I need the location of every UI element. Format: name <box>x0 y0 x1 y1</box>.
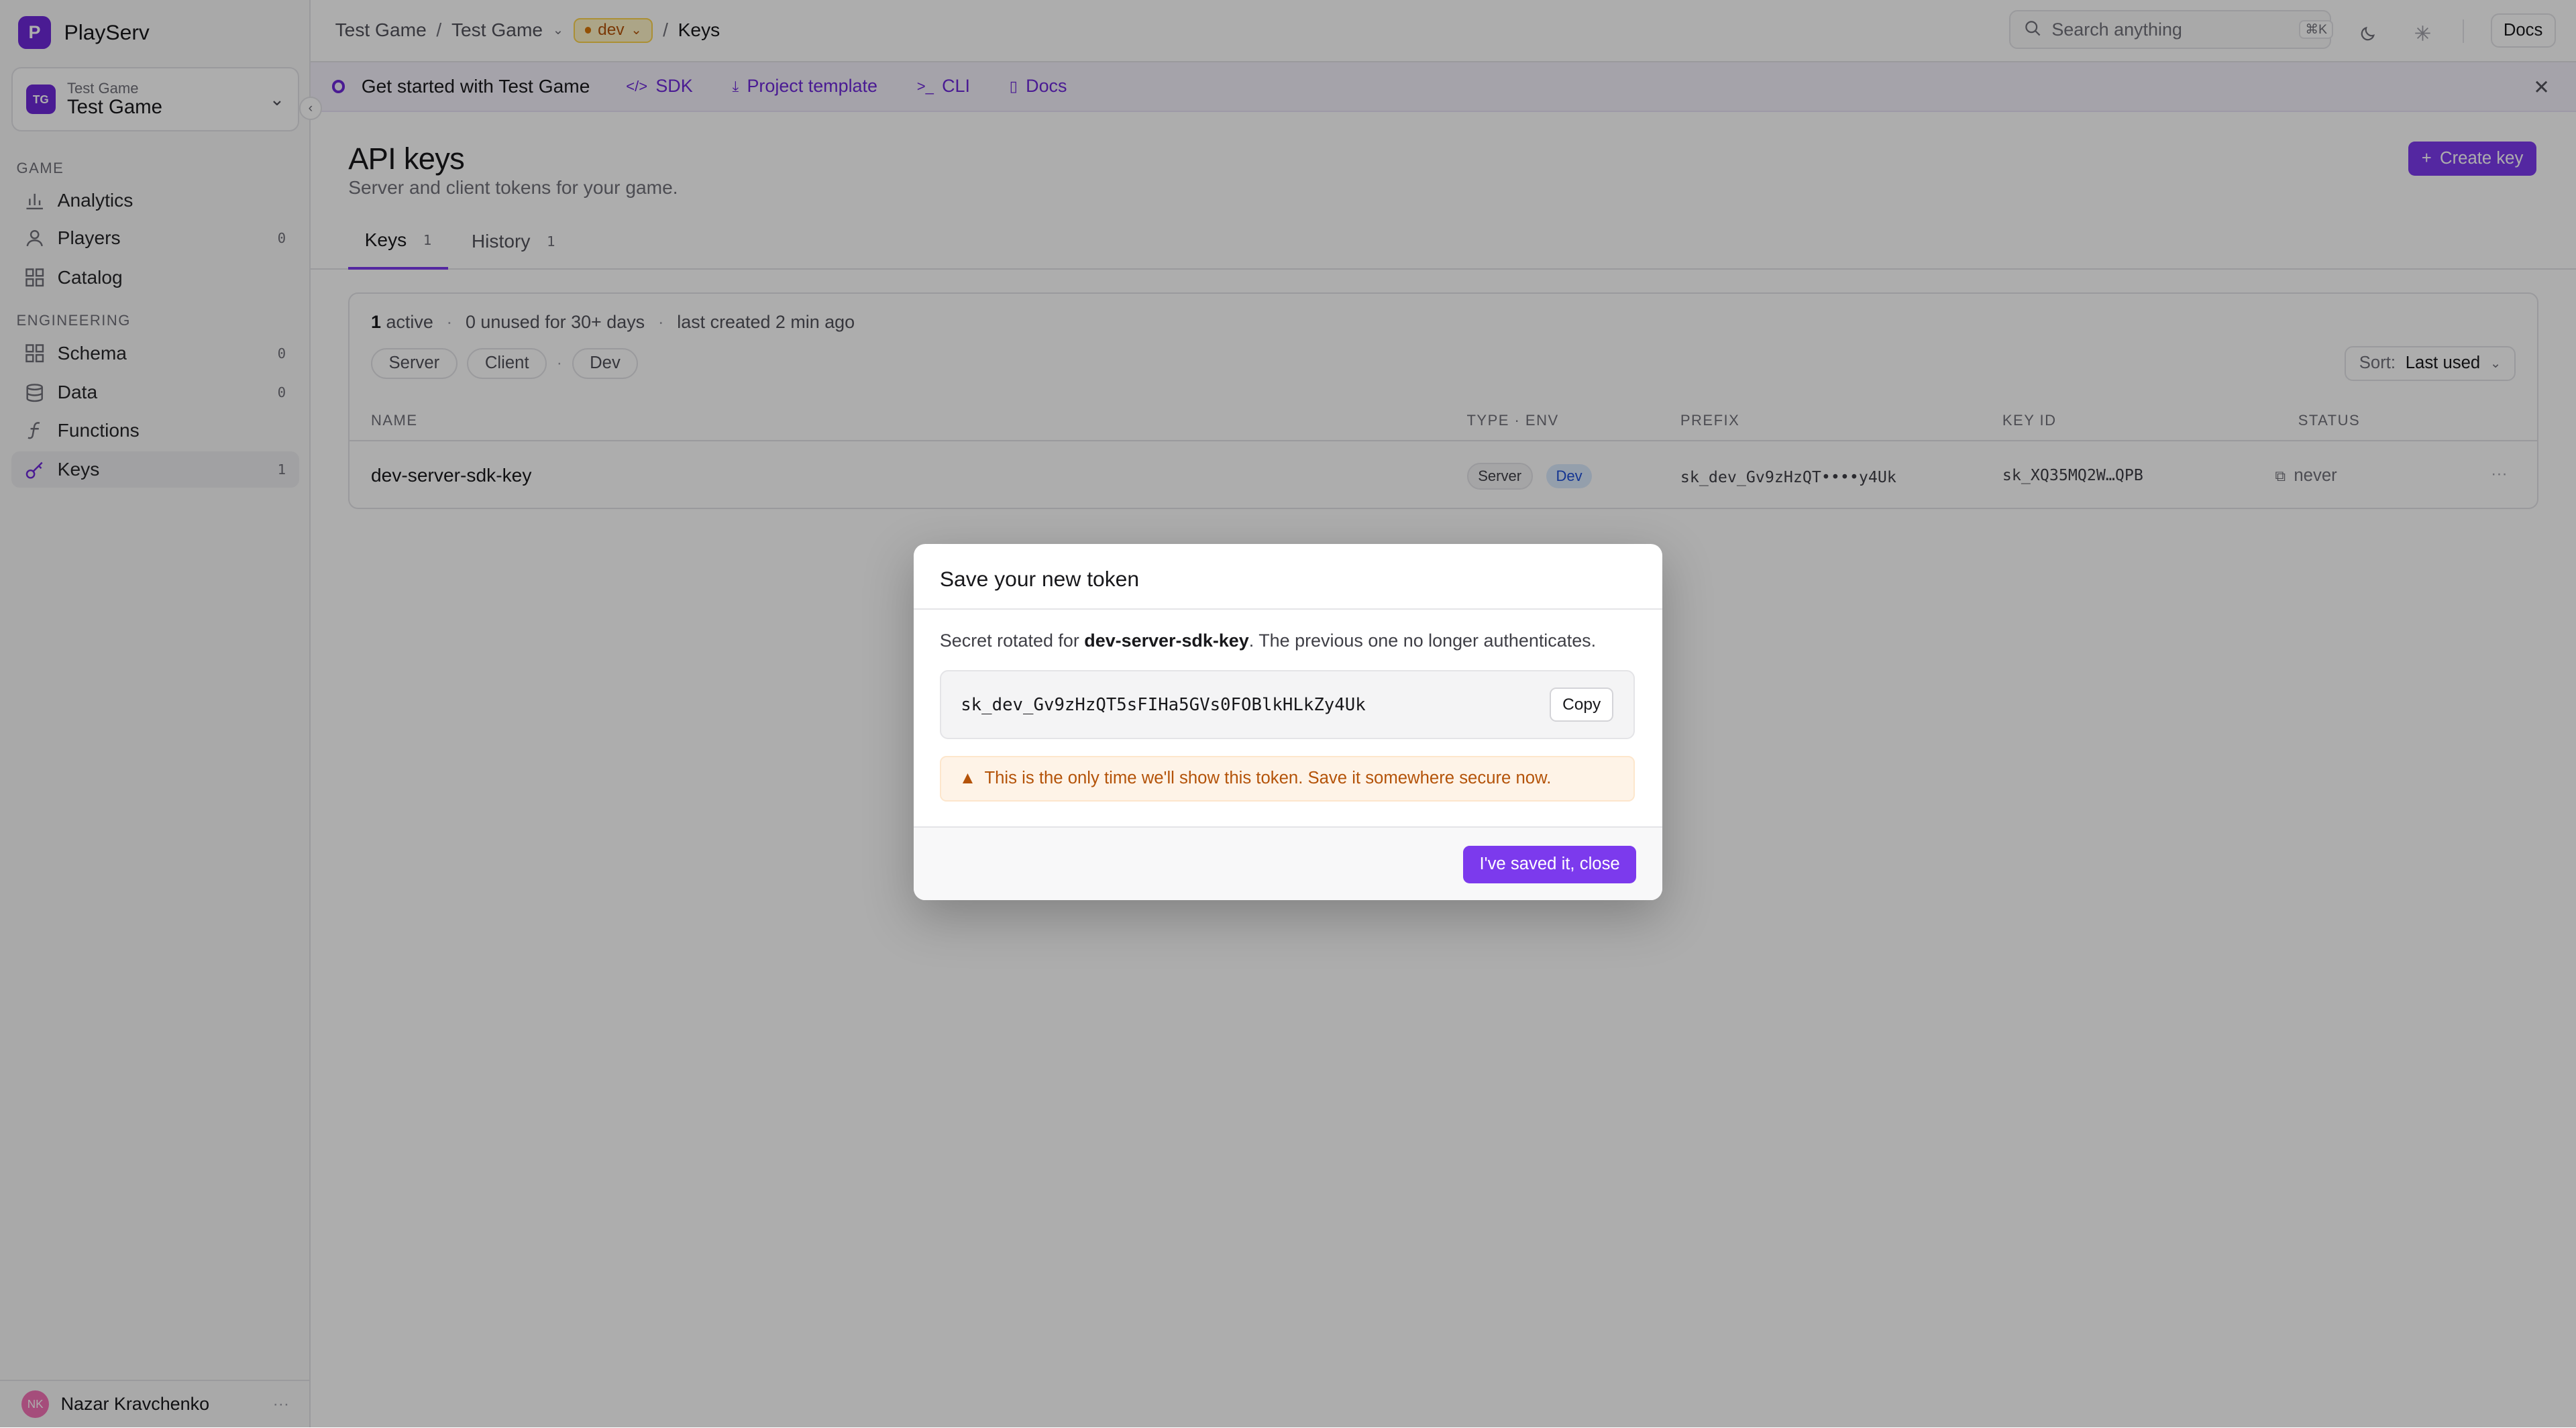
app-root: P PlayServ TG Test Game Test Game ⌄ ‹ GA… <box>0 0 2576 1428</box>
token-box: sk_dev_Gv9zHzQT5sFIHa5GVs0FOBlkHLkZy4Uk … <box>939 670 1635 740</box>
token-value[interactable]: sk_dev_Gv9zHzQT5sFIHa5GVs0FOBlkHLkZy4Uk <box>961 695 1550 715</box>
confirm-close-button[interactable]: I've saved it, close <box>1463 845 1637 884</box>
warning-text: This is the only time we'll show this to… <box>984 769 1552 788</box>
desc-prefix: Secret rotated for <box>939 630 1085 651</box>
desc-suffix: . The previous one no longer authenticat… <box>1248 630 1597 651</box>
token-modal: Save your new token Secret rotated for d… <box>913 543 1663 901</box>
desc-key: dev-server-sdk-key <box>1084 630 1249 651</box>
warning-callout: ▲ This is the only time we'll show this … <box>939 755 1635 802</box>
modal-footer: I've saved it, close <box>913 826 1663 901</box>
copy-button[interactable]: Copy <box>1549 687 1614 722</box>
modal-title: Save your new token <box>913 544 1663 610</box>
modal-description: Secret rotated for dev-server-sdk-key. T… <box>940 630 1596 651</box>
warning-icon: ▲ <box>959 769 977 788</box>
